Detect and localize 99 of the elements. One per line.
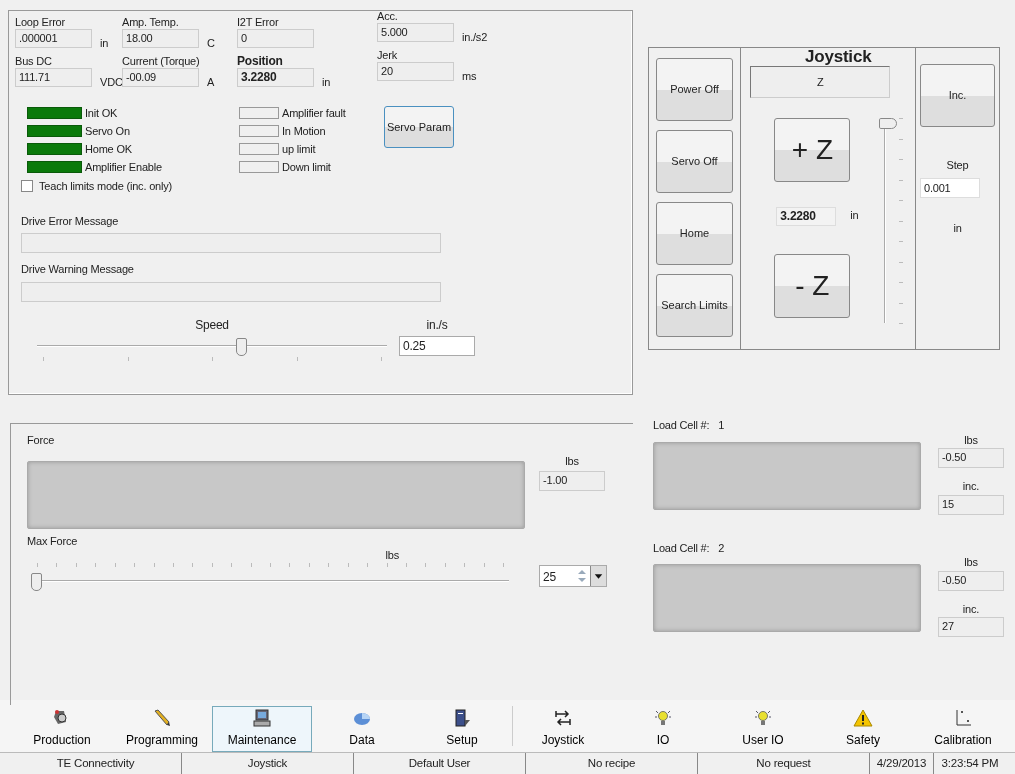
readout-field: .000001 [15,29,92,48]
speed-input[interactable]: 0.25 [399,335,475,356]
force-field: -1.00 [539,471,605,491]
unit-label: in./s [425,316,449,334]
field-label: I2T Error [237,15,280,29]
unit-label: C [207,36,215,51]
toolbar-button[interactable]: Calibration [913,706,1013,752]
jog-minus-button[interactable]: - Z [774,254,851,318]
checkbox-label: Teach limits mode (inc. only) [39,179,172,194]
toolbar-button[interactable]: Joystick [513,706,613,752]
unit-label: in./s2 [462,30,488,45]
lightbulb-icon [753,708,773,728]
mode-button[interactable]: Inc. [920,64,995,127]
field-label: Acc. [377,9,399,23]
unit-label: in [322,74,331,90]
jog-plus-button[interactable]: + Z [774,118,851,182]
toolbar-button[interactable]: Maintenance [212,706,312,752]
slider-thumb[interactable] [31,573,42,591]
force-field: -0.50 [938,570,1004,591]
field-label: Bus DC [15,53,53,68]
unit-label: in [850,208,859,223]
command-button[interactable]: Power Off [656,58,733,121]
arrows-icon [553,708,573,728]
slider-thumb[interactable] [236,337,248,356]
field-label: Jerk [377,47,398,62]
field-label: Position [237,53,284,68]
unit-label: lbs [963,432,979,448]
checkbox[interactable] [21,180,33,193]
status-cell: TE Connectivity [10,753,182,774]
readout-field: 18.00 [122,29,199,48]
position-field: 3.2280 [776,207,837,226]
status-label: Amplifier Enable [85,159,162,175]
readout-field: 20 [377,61,454,81]
field-label: Load Cell #: [653,540,710,556]
status-cell: 4/29/2013 [870,753,934,774]
readout-field: 5.000 [377,23,454,42]
unit-label: VDC [100,74,123,90]
readout-field: 3.2280 [237,67,314,87]
unit-label: in [953,220,962,236]
binder-icon [452,708,472,728]
panel-title: Joystick [803,48,873,66]
cell-number: 1 [718,418,725,433]
field-label: Current (Torque) [122,53,201,68]
status-cell-text: 3:23:54 PM [940,755,1000,771]
field-label: Step [946,158,969,173]
pencil-icon [152,708,172,728]
status-label: Servo On [85,123,130,139]
field-label: Max Force [27,533,79,549]
field-label: Load Cell #: [653,418,710,433]
lightbulb-icon [653,708,673,728]
unit-label: in [100,36,109,51]
slider-label: Speed [194,316,230,334]
status-label: Down limit [282,159,331,175]
field-label: Amp. Temp. [122,15,180,29]
status-label: Init OK [85,105,118,121]
field-label: Loop Error [15,15,66,29]
status-label: In Motion [282,123,326,139]
toolbar-button[interactable]: Safety [813,706,913,752]
status-cell: No request [698,753,870,774]
readout-field: -00.09 [122,67,199,87]
command-button[interactable]: Home [656,202,733,265]
axis-field: Z [750,66,891,98]
toolbar-button[interactable]: Programming [112,706,212,752]
command-button[interactable]: Search Limits [656,274,733,337]
unit-label: inc. [961,601,981,617]
status-label: Amplifier fault [282,105,346,121]
field-label: Force [27,433,56,448]
status-cell: No recipe [526,753,698,774]
warning-icon [853,708,873,728]
cell-number: 2 [718,540,725,556]
status-cell: Default User [354,753,526,774]
field-label: Drive Error Message [21,213,120,229]
command-button[interactable]: Servo Off [656,130,733,193]
toolbar-button[interactable]: IO [613,706,713,752]
max-force-spinner[interactable]: 25 [539,565,607,587]
count-field: 15 [938,494,1004,515]
toolbar-button[interactable]: Data [312,706,412,752]
unit-label: lbs [963,555,979,570]
unit-label: A [207,74,215,90]
step-input[interactable]: 0.001 [920,177,980,198]
status-label: up limit [282,141,316,157]
servo-param-button[interactable]: Servo Param [384,106,454,148]
unit-label: lbs [564,453,580,469]
axes-icon [953,708,973,728]
field-label: Drive Warning Message [21,262,135,277]
count-field: 27 [938,617,1004,637]
status-cell: Joystick [182,753,354,774]
unit-label: inc. [961,479,981,494]
status-label: Home OK [85,141,132,157]
readout-field: 0 [237,29,314,48]
computer-icon [252,708,272,728]
toolbar-button[interactable]: User IO [713,706,813,752]
unit-label: ms [462,68,477,84]
toolbar-button[interactable]: Production [12,706,112,752]
slider-thumb[interactable] [879,118,898,129]
toolbar-button[interactable]: Setup [412,706,512,752]
force-field: -0.50 [938,448,1004,468]
unit-label: lbs [384,549,400,561]
readout-field: 111.71 [15,67,92,87]
